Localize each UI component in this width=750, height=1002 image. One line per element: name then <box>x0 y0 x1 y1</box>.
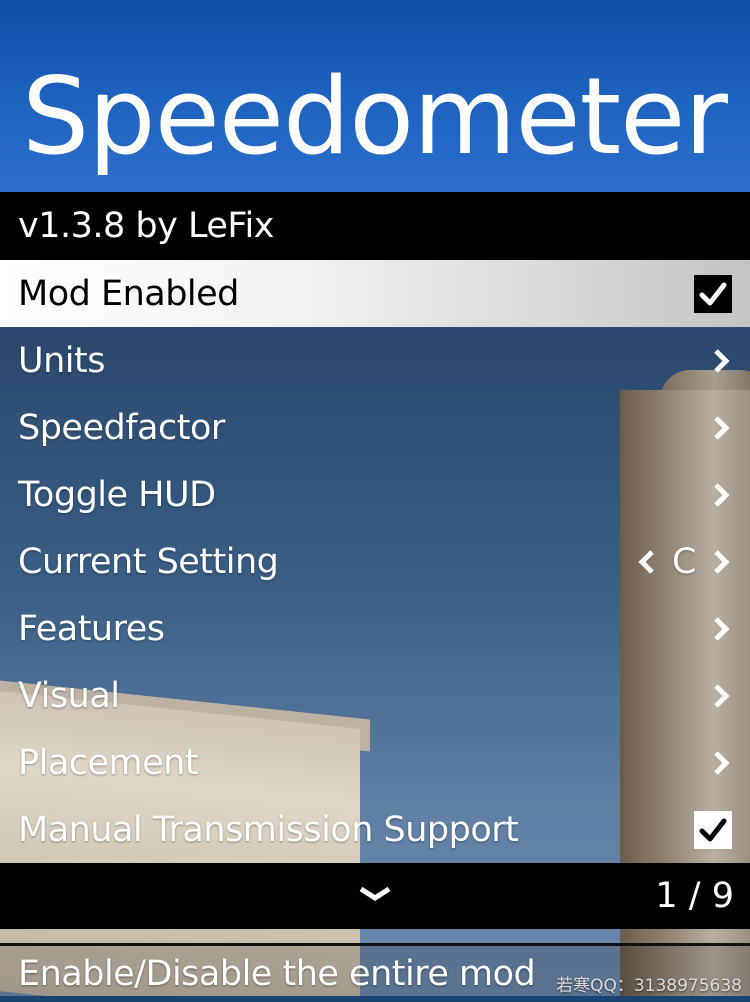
chevron-right-icon <box>710 413 732 443</box>
menu-subtitle: v1.3.8 by LeFix <box>0 192 750 260</box>
menu-item-toggle-hud[interactable]: Toggle HUD <box>0 461 750 528</box>
chevron-right-icon[interactable] <box>710 547 732 577</box>
watermark-text: 若寒QQ：3138975638 <box>556 976 742 996</box>
checkmark-icon <box>699 282 727 305</box>
checkmark-icon <box>699 818 727 841</box>
menu-item-manual-transmission[interactable]: Manual Transmission Support <box>0 796 750 863</box>
checkbox-manual-transmission[interactable] <box>694 810 732 849</box>
menu-item-units[interactable]: Units <box>0 327 750 394</box>
menu-header: Speedometer <box>0 0 750 192</box>
chevron-left-icon[interactable] <box>636 547 658 577</box>
menu-item-current-setting[interactable]: Current Setting C <box>0 528 750 595</box>
chevron-right-icon <box>710 346 732 376</box>
menu-item-label: Units <box>18 340 105 381</box>
menu-item-placement[interactable]: Placement <box>0 729 750 796</box>
menu-item-label: Features <box>18 608 165 649</box>
menu-item-mod-enabled[interactable]: Mod Enabled <box>0 260 750 327</box>
menu-item-label: Mod Enabled <box>18 273 239 314</box>
menu-footer: 1 / 9 <box>0 863 750 929</box>
chevron-right-icon <box>710 614 732 644</box>
menu-item-label: Visual <box>18 675 120 716</box>
page-indicator: 1 / 9 <box>655 876 734 916</box>
menu-item-features[interactable]: Features <box>0 595 750 662</box>
menu-item-speedfactor[interactable]: Speedfactor <box>0 394 750 461</box>
mod-menu: Speedometer v1.3.8 by LeFix Mod Enabled … <box>0 0 750 1002</box>
menu-item-label: Placement <box>18 742 199 783</box>
chevron-down-icon[interactable] <box>357 883 393 909</box>
setting-value: C <box>672 541 696 582</box>
chevron-right-icon <box>710 480 732 510</box>
menu-title: Speedometer <box>22 55 728 178</box>
menu-item-visual[interactable]: Visual <box>0 662 750 729</box>
menu-item-label: Speedfactor <box>18 407 225 448</box>
chevron-right-icon <box>710 748 732 778</box>
menu-item-label: Manual Transmission Support <box>18 809 519 850</box>
chevron-right-icon <box>710 681 732 711</box>
menu-item-label: Toggle HUD <box>18 474 216 515</box>
description-panel: Enable/Disable the entire mod 若寒QQ：31389… <box>0 943 750 1002</box>
checkbox-mod-enabled[interactable] <box>694 274 732 313</box>
setting-selector[interactable]: C <box>636 542 732 582</box>
menu-item-label: Current Setting <box>18 541 279 582</box>
